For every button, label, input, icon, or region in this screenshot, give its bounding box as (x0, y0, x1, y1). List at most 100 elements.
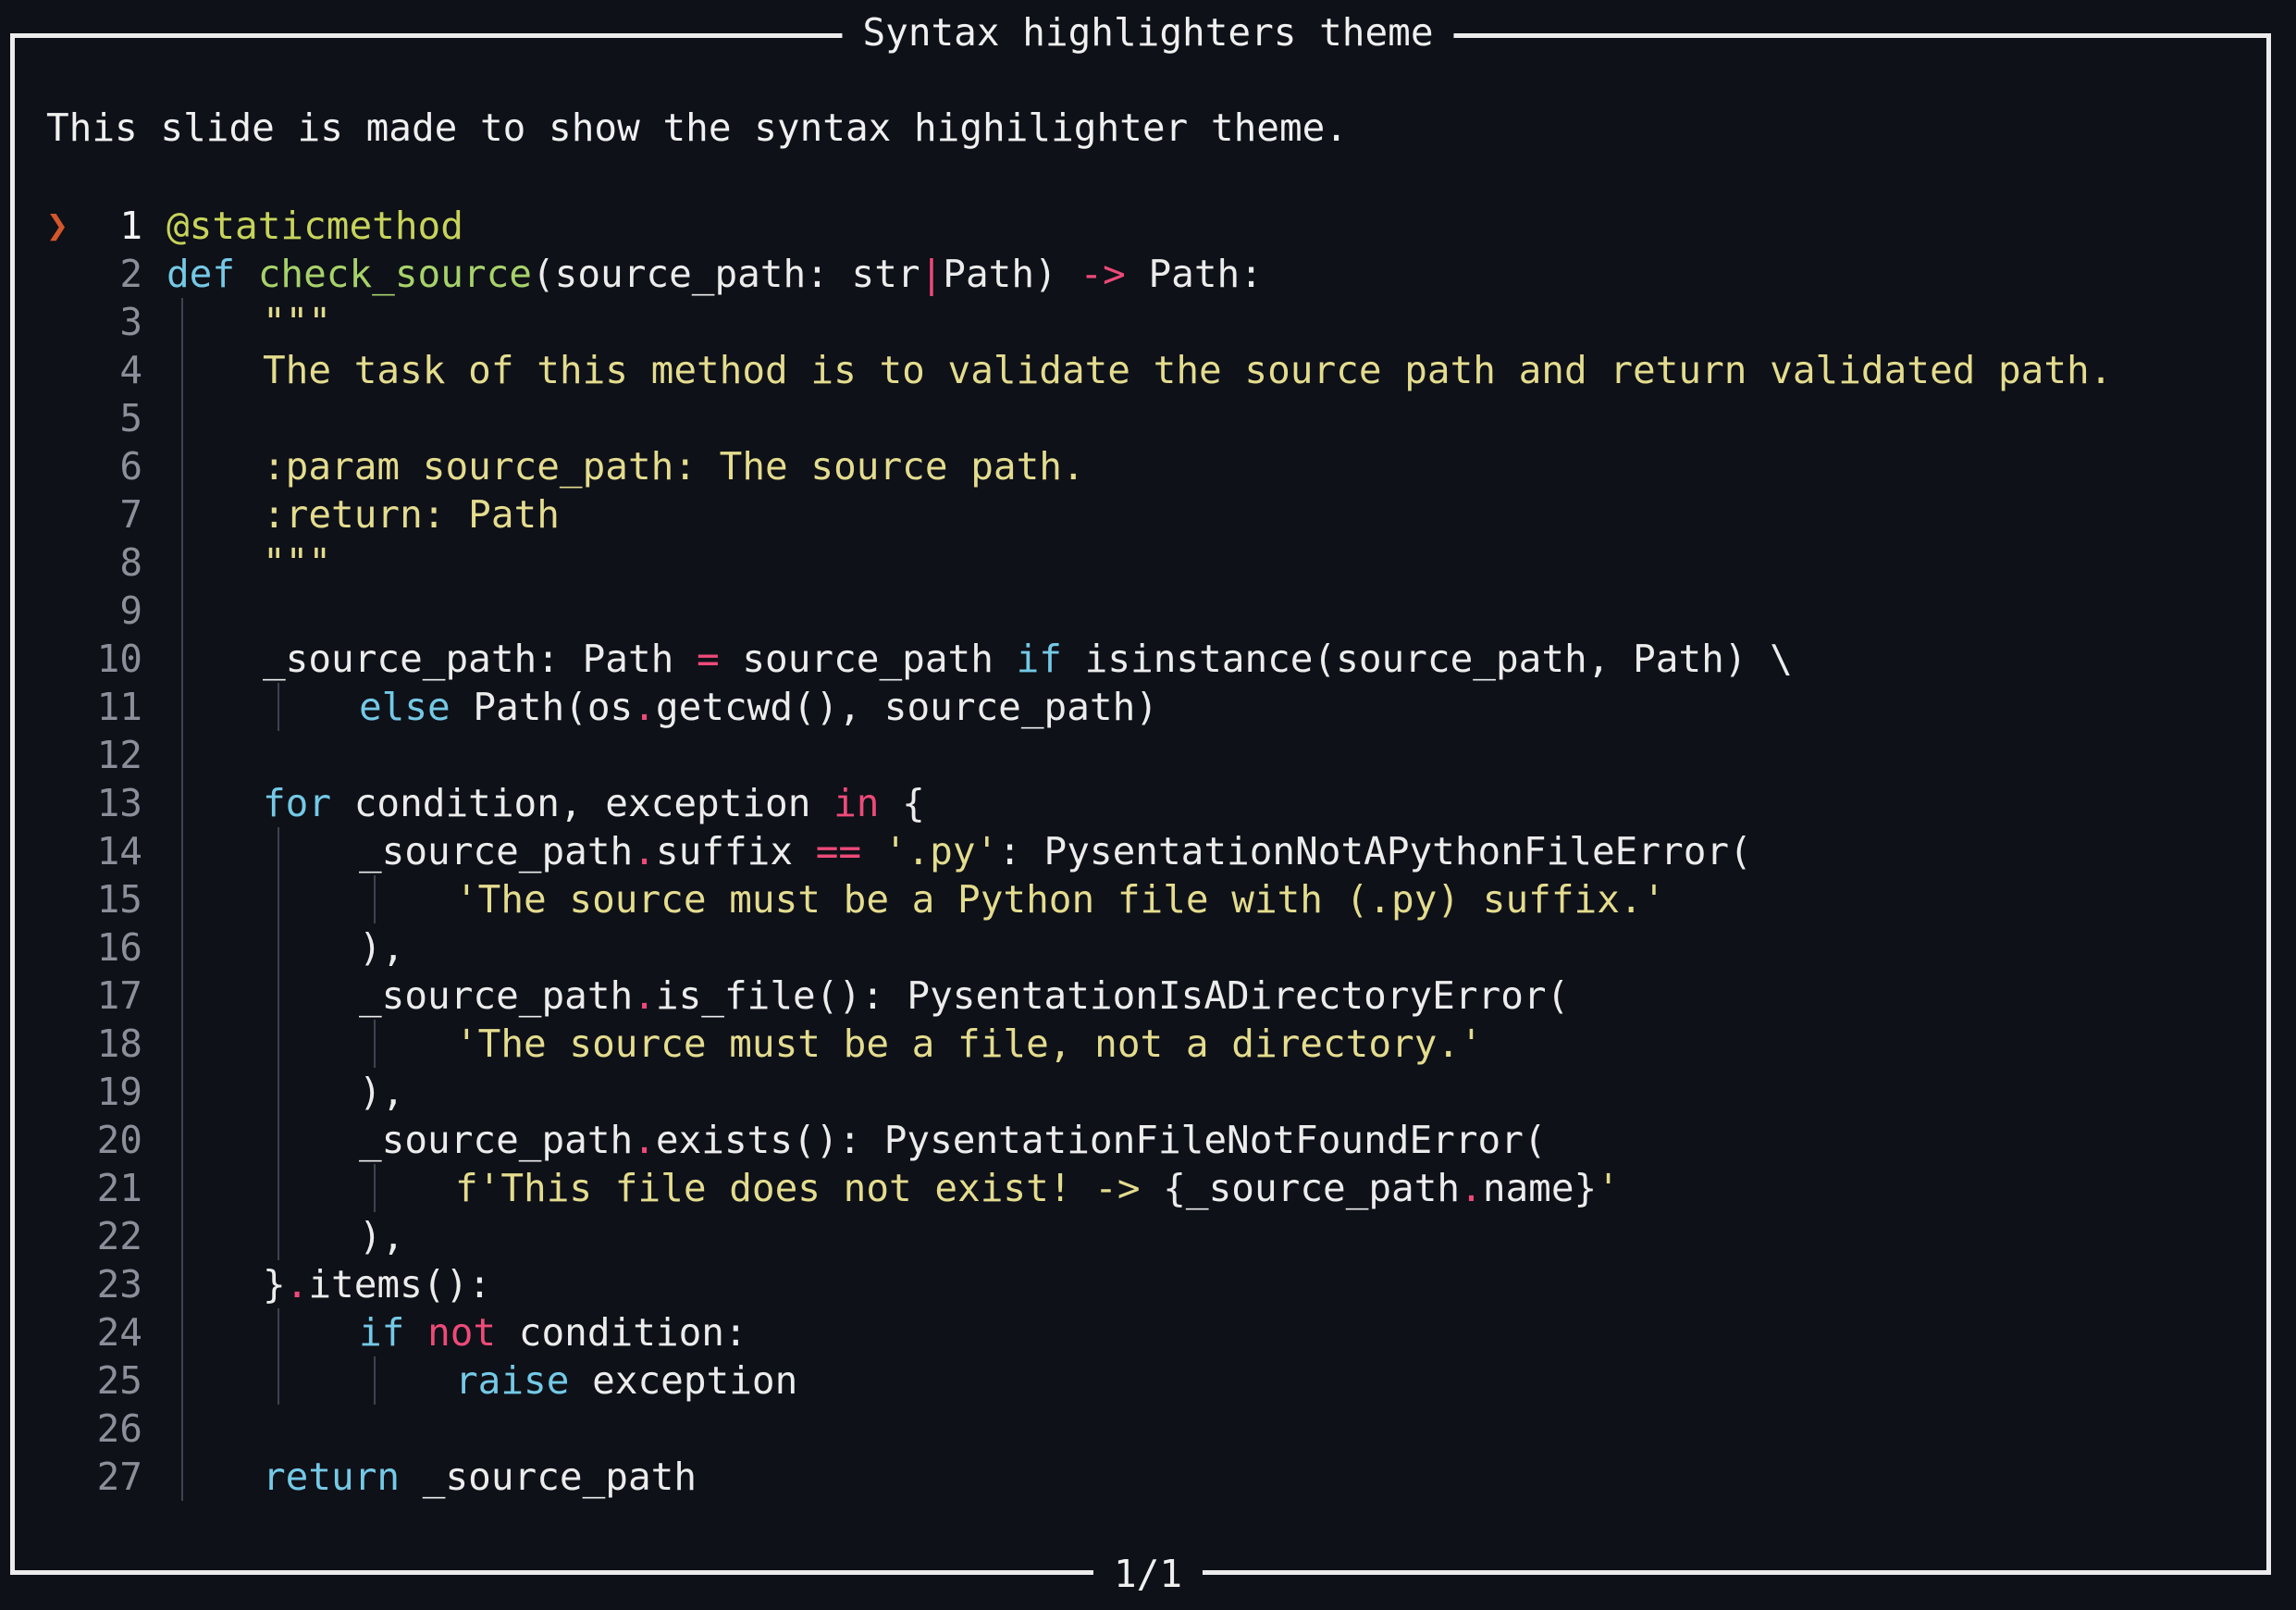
line-number: 12 (96, 733, 142, 777)
indent-guide (278, 1116, 279, 1164)
code-text: else Path(os.getcwd(), source_path) (359, 683, 1158, 731)
indent-guide (181, 923, 183, 972)
line-number: 8 (119, 540, 142, 585)
code-token: 'The source must be a Python file with (… (455, 877, 1666, 922)
code-token: . (1460, 1166, 1483, 1210)
code-token: . (633, 1118, 656, 1162)
indent-guide (278, 923, 279, 972)
indent-guide (181, 1356, 183, 1405)
line-number: 11 (96, 685, 142, 729)
indent-guide (181, 731, 183, 779)
line-number: 20 (96, 1118, 142, 1162)
code-line: 24 if not condition: (0, 1308, 2257, 1356)
code-text: """ (263, 539, 331, 587)
line-number: 24 (96, 1310, 142, 1355)
code-token: isinstance(source_path, Path) \ (1061, 637, 1793, 681)
code-token: _source_path (359, 829, 634, 873)
code-token: if (359, 1310, 405, 1355)
indent-guide (181, 1020, 183, 1068)
code-line: 3 """ (0, 298, 2257, 346)
code-line: 23}.items(): (0, 1260, 2257, 1308)
line-number: 25 (96, 1358, 142, 1403)
code-token: _source_path (400, 1455, 697, 1499)
code-text: return _source_path (263, 1453, 697, 1501)
code-text: @staticmethod (167, 202, 463, 250)
slide-intro-text: This slide is made to show the syntax hi… (46, 105, 1348, 150)
code-token: suffix (655, 829, 816, 873)
page-indicator: 1/1 (1092, 1551, 1204, 1597)
indent-guide (181, 635, 183, 683)
code-text: def check_source(source_path: str|Path) … (167, 250, 1263, 298)
code-text: for condition, exception in { (263, 779, 925, 827)
code-token: The task of this method is to validate t… (263, 348, 2113, 392)
code-line: 9 (0, 587, 2257, 635)
code-token: :param source_path: The source path. (263, 444, 1085, 489)
line-number: 4 (119, 348, 142, 392)
line-number: 2 (119, 252, 142, 296)
code-token: raise (455, 1358, 570, 1403)
code-line: 14 _source_path.suffix == '.py': Pysentat… (0, 827, 2257, 875)
indent-guide (278, 1020, 279, 1068)
code-text: _source_path.suffix == '.py': Pysentatio… (359, 827, 1752, 875)
code-text: The task of this method is to validate t… (263, 346, 2112, 394)
code-line: 6:param source_path: The source path. (0, 442, 2257, 490)
code-text: }.items(): (263, 1260, 491, 1308)
code-token: """ (263, 540, 332, 585)
code-token: _source_path (359, 973, 634, 1018)
indent-guide (181, 1260, 183, 1308)
code-line: 2 def check_source(source_path: str|Path)… (0, 250, 2257, 298)
indent-guide (278, 1164, 279, 1212)
indent-guide (181, 1068, 183, 1116)
code-token: == (815, 829, 862, 873)
indent-guide (278, 827, 279, 875)
indent-guide (181, 779, 183, 827)
indent-guide (181, 442, 183, 490)
code-line: 18 'The source must be a file, not a dire… (0, 1020, 2257, 1068)
indent-guide (278, 1068, 279, 1116)
code-token: . (633, 973, 656, 1018)
line-number: 26 (96, 1406, 142, 1451)
line-number: 17 (96, 973, 142, 1018)
line-number: 9 (119, 588, 142, 633)
code-line: 19), (0, 1068, 2257, 1116)
code-line: 8 """ (0, 539, 2257, 587)
indent-guide (181, 346, 183, 394)
line-number: 3 (119, 300, 142, 344)
indent-guide (181, 827, 183, 875)
code-line: 13 for condition, exception in { (0, 779, 2257, 827)
code-line: 5 (0, 394, 2257, 442)
code-token: if (1016, 637, 1062, 681)
code-line: 10 _source_path: Path = source_path if is… (0, 635, 2257, 683)
code-token: def (167, 252, 258, 296)
code-text: _source_path.exists(): PysentationFileNo… (359, 1116, 1547, 1164)
code-text: 'The source must be a Python file with (… (455, 875, 1665, 923)
indent-guide (181, 587, 183, 635)
code-token: else (359, 685, 451, 729)
indent-guide (374, 1020, 376, 1068)
code-text: if not condition: (359, 1308, 747, 1356)
line-number: 1 (119, 204, 142, 248)
code-token: ' (1597, 1166, 1620, 1210)
code-text: f'This file does not exist! -> {_source_… (455, 1164, 1620, 1212)
line-number: 14 (96, 829, 142, 873)
indent-guide (374, 875, 376, 923)
code-token: condition, exception (331, 781, 834, 825)
indent-guide (181, 1453, 183, 1501)
indent-guide (181, 875, 183, 923)
code-token: exception (569, 1358, 798, 1403)
code-text: """ (263, 298, 331, 346)
code-text: ), (359, 1212, 404, 1260)
code-token: @staticmethod (167, 204, 463, 248)
line-number: 13 (96, 781, 142, 825)
code-line: 15 'The source must be a Python file with… (0, 875, 2257, 923)
code-line: 17 _source_path.is_file(): PysentationIsA… (0, 972, 2257, 1020)
indent-guide (181, 1405, 183, 1453)
code-line: 7:return: Path (0, 490, 2257, 539)
line-number: 5 (119, 396, 142, 440)
line-number: 19 (96, 1070, 142, 1114)
code-token: ), (359, 1070, 405, 1114)
line-number: 21 (96, 1166, 142, 1210)
code-token: for (263, 781, 332, 825)
